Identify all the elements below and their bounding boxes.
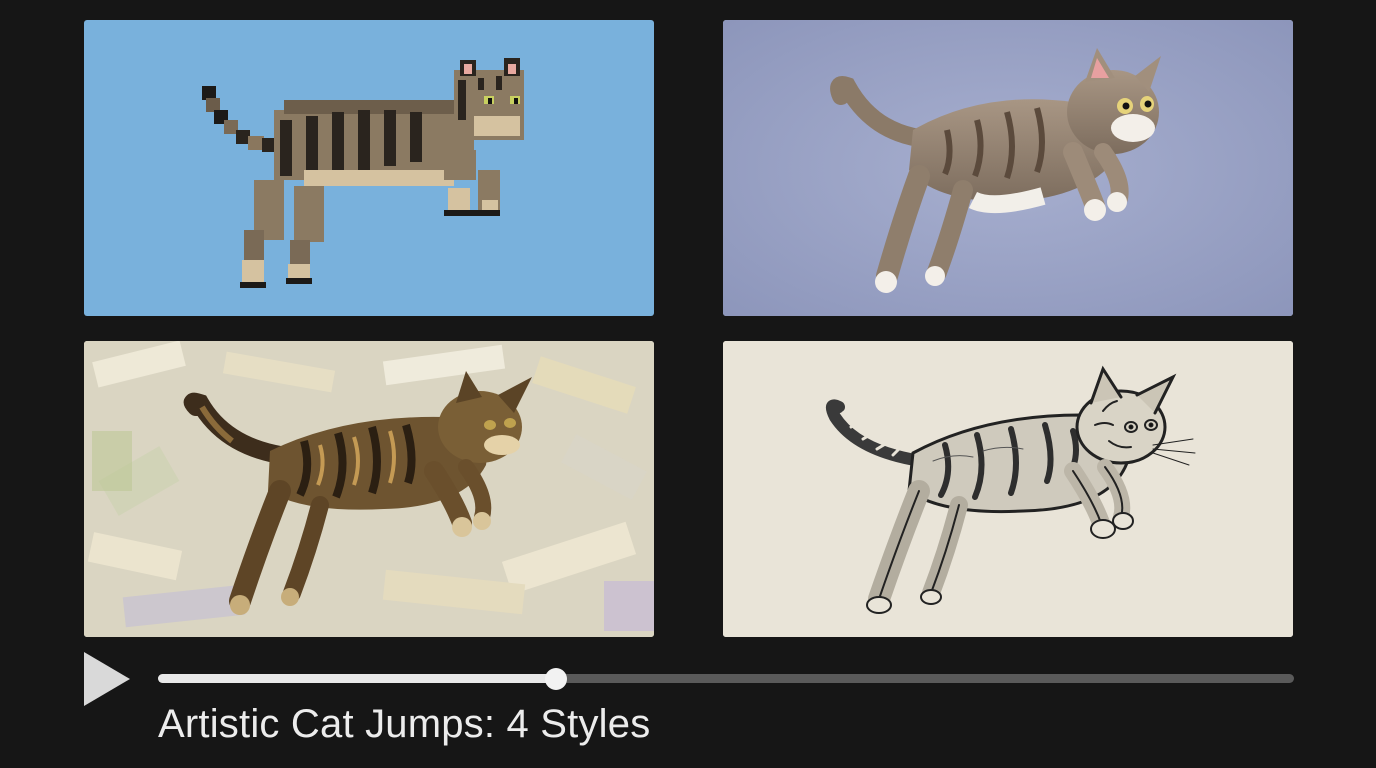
3d-cat-illustration [723, 20, 1293, 316]
progress-thumb[interactable] [544, 668, 567, 690]
oil-painting-cat-illustration [84, 341, 654, 637]
progress-scrubber[interactable] [158, 667, 1294, 690]
play-button[interactable] [80, 650, 134, 708]
play-icon [84, 652, 130, 706]
pixel-cat-illustration [202, 58, 524, 288]
pencil-sketch-cat-image [723, 341, 1293, 637]
video-player: Artistic Cat Jumps: 4 Styles [0, 0, 1376, 768]
video-title: Artistic Cat Jumps: 4 Styles [158, 702, 651, 746]
pixel-art-cat-image [84, 20, 654, 316]
oil-painting-cat-image [84, 341, 654, 637]
sketch-cat-illustration [723, 341, 1293, 637]
3d-render-cat-image [723, 20, 1293, 316]
progress-fill [158, 674, 556, 683]
